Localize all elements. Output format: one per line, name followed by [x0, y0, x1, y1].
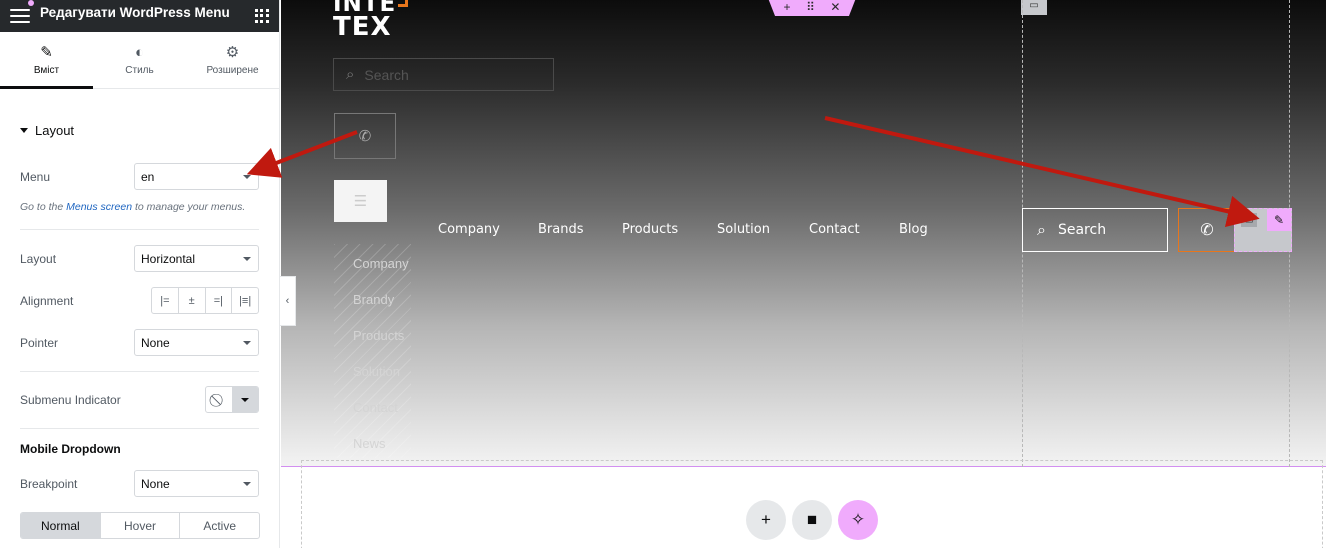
menu-control: Menu en — [20, 163, 259, 190]
help-suffix: to manage your menus. — [135, 201, 246, 213]
notification-dot — [28, 0, 34, 6]
tab-style[interactable]: ◐ Стиль — [93, 32, 186, 88]
header-section: INTE TEX + ⠿ ✕ ▭ ⌕ Search ✆ ☰ Company Br… — [281, 0, 1326, 467]
tab-content[interactable]: ✎ Вміст — [0, 32, 93, 89]
drag-handle-icon[interactable]: ⠿ — [806, 0, 815, 14]
tab-advanced-label: Розширене — [206, 65, 259, 76]
tab-style-label: Стиль — [125, 65, 154, 76]
mobile-menu-item[interactable]: Company — [353, 256, 409, 271]
nav-item-solution[interactable]: Solution — [717, 222, 770, 237]
align-right-icon[interactable]: =| — [206, 288, 233, 313]
divider — [20, 371, 259, 372]
add-icon[interactable]: + — [784, 0, 791, 14]
state-tab-hover[interactable]: Hover — [101, 513, 181, 538]
layout-control: Layout Horizontal — [20, 245, 259, 272]
caret-down-icon — [20, 127, 28, 133]
mobile-dropdown-heading: Mobile Dropdown — [20, 442, 121, 456]
align-justify-icon[interactable]: |≡| — [232, 288, 258, 313]
nav-item-blog[interactable]: Blog — [899, 222, 928, 237]
mobile-menu-item[interactable]: Products — [353, 328, 404, 343]
section-controls: + ⠿ ✕ — [768, 0, 856, 16]
mobile-dropdown-menu: Company Brandy Products Solution Contact… — [334, 244, 411, 458]
divider — [20, 229, 259, 230]
close-icon[interactable]: ✕ — [830, 0, 840, 14]
panel-header: Редагувати WordPress Menu — [0, 0, 279, 32]
submenu-indicator-label: Submenu Indicator — [20, 392, 121, 407]
menu-label: Menu — [20, 169, 51, 184]
state-tab-normal[interactable]: Normal — [21, 513, 101, 538]
contrast-icon: ◐ — [134, 43, 145, 61]
breakpoint-control: Breakpoint None — [20, 470, 259, 497]
logo-line-2: TEX — [333, 12, 392, 42]
panel-tabs: ✎ Вміст ◐ Стиль ⚙ Розширене — [0, 32, 279, 89]
pointer-control: Pointer None — [20, 329, 259, 356]
collapse-panel-button[interactable]: ‹ — [280, 276, 296, 326]
edit-pencil-icon[interactable]: ✎ — [1267, 209, 1291, 231]
mobile-search-placeholder: Search — [364, 66, 409, 83]
panel-title: Редагувати WordPress Menu — [40, 4, 230, 20]
add-section-controls: + ■ ✧ — [746, 500, 878, 540]
divider — [20, 428, 259, 429]
widget-type-icon: ▭ — [1241, 213, 1257, 227]
folder-icon[interactable]: ■ — [792, 500, 832, 540]
layout-select[interactable]: Horizontal — [134, 245, 259, 272]
apps-grid-icon[interactable] — [255, 9, 269, 23]
menu-select[interactable]: en — [134, 163, 259, 190]
phone-icon: ✆ — [358, 128, 372, 145]
nav-item-products[interactable]: Products — [622, 222, 678, 237]
menus-screen-link[interactable]: Menus screen — [66, 201, 132, 213]
help-prefix: Go to the — [20, 201, 64, 213]
alignment-control: Alignment |= ± =| |≡| — [20, 287, 259, 314]
selected-widget[interactable]: ▭ ✎ — [1234, 208, 1292, 252]
align-left-icon[interactable]: |= — [152, 288, 179, 313]
add-section-icon[interactable]: + — [746, 500, 786, 540]
mobile-search-input[interactable]: ⌕ Search — [333, 58, 554, 91]
header-search-input[interactable]: ⌕ Search — [1022, 208, 1168, 252]
nav-item-company[interactable]: Company — [438, 222, 500, 237]
nav-item-contact[interactable]: Contact — [809, 222, 860, 237]
chevron-down-icon[interactable] — [232, 387, 258, 412]
layout-label: Layout — [20, 251, 57, 266]
mobile-menu-item[interactable]: Contact — [353, 400, 398, 415]
section-layout-toggle[interactable]: Layout — [20, 119, 279, 141]
nav-item-brands[interactable]: Brands — [538, 222, 584, 237]
hamburger-icon[interactable] — [10, 9, 30, 23]
header-phone-button[interactable]: ✆ — [1178, 208, 1236, 252]
align-center-icon[interactable]: ± — [179, 288, 206, 313]
tab-advanced[interactable]: ⚙ Розширене — [186, 32, 279, 88]
state-tabs: Normal Hover Active — [20, 512, 260, 539]
pointer-label: Pointer — [20, 335, 59, 350]
alignment-label: Alignment — [20, 293, 74, 308]
breakpoint-select[interactable]: None — [134, 470, 259, 497]
menu-help-text: Go to the Menus screen to manage your me… — [20, 201, 245, 213]
search-icon: ⌕ — [346, 66, 355, 83]
mobile-menu-item[interactable]: Solution — [353, 364, 400, 379]
search-placeholder: Search — [1057, 222, 1107, 238]
search-icon: ⌕ — [1037, 220, 1046, 239]
submenu-indicator-select[interactable]: ⃠ — [205, 386, 259, 413]
mobile-menu-item[interactable]: Brandy — [353, 292, 394, 307]
ban-icon: ⃠ — [206, 387, 232, 412]
mobile-menu-toggle[interactable]: ☰ — [334, 180, 387, 222]
logo-line-1: INTE — [333, 0, 397, 17]
editor-panel: Редагувати WordPress Menu ✎ Вміст ◐ Стил… — [0, 0, 280, 548]
mobile-menu-item[interactable]: News — [353, 436, 386, 451]
gear-icon: ⚙ — [225, 44, 240, 61]
site-logo[interactable]: INTE TEX — [333, 0, 409, 42]
menu-toggle-icon: ☰ — [353, 193, 368, 210]
container-icon[interactable]: ▭ — [1021, 0, 1047, 15]
phone-icon: ✆ — [1200, 222, 1214, 239]
preview-canvas: INTE TEX + ⠿ ✕ ▭ ⌕ Search ✆ ☰ Company Br… — [281, 0, 1326, 548]
mobile-phone-button[interactable]: ✆ — [334, 113, 396, 159]
section-title: Layout — [35, 122, 75, 138]
pencil-icon: ✎ — [40, 44, 53, 61]
alignment-buttons: |= ± =| |≡| — [151, 287, 259, 314]
tab-content-label: Вміст — [33, 65, 60, 76]
state-tab-active[interactable]: Active — [180, 513, 259, 538]
pointer-select[interactable]: None — [134, 329, 259, 356]
submenu-indicator-control: Submenu Indicator ⃠ — [20, 386, 259, 413]
breakpoint-label: Breakpoint — [20, 476, 78, 491]
ai-sparkle-icon[interactable]: ✧ — [838, 500, 878, 540]
